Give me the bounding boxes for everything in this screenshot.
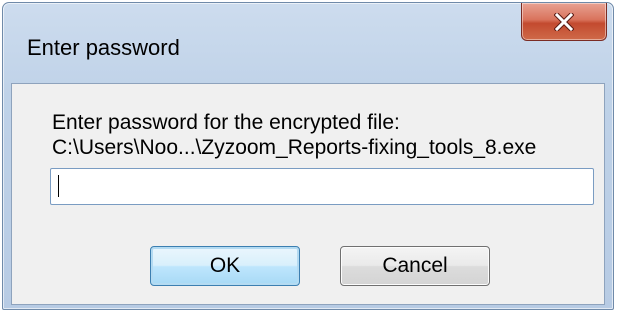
password-input[interactable] xyxy=(50,168,594,205)
cancel-button[interactable]: Cancel xyxy=(340,246,490,286)
title-bar[interactable]: Enter password xyxy=(3,3,613,83)
close-button[interactable] xyxy=(521,3,607,41)
close-icon xyxy=(554,12,574,31)
prompt-text: Enter password for the encrypted file: C… xyxy=(52,110,536,160)
file-path-label: C:\Users\Noo...\Zyzoom_Reports-fixing_to… xyxy=(52,136,537,159)
dialog-body: Enter password for the encrypted file: C… xyxy=(11,83,605,305)
window-title: Enter password xyxy=(27,35,180,60)
text-caret xyxy=(58,175,59,197)
ok-button[interactable]: OK xyxy=(150,246,300,286)
prompt-label: Enter password for the encrypted file: xyxy=(52,111,400,134)
password-dialog-window: Enter password Enter password for the en… xyxy=(2,2,614,310)
